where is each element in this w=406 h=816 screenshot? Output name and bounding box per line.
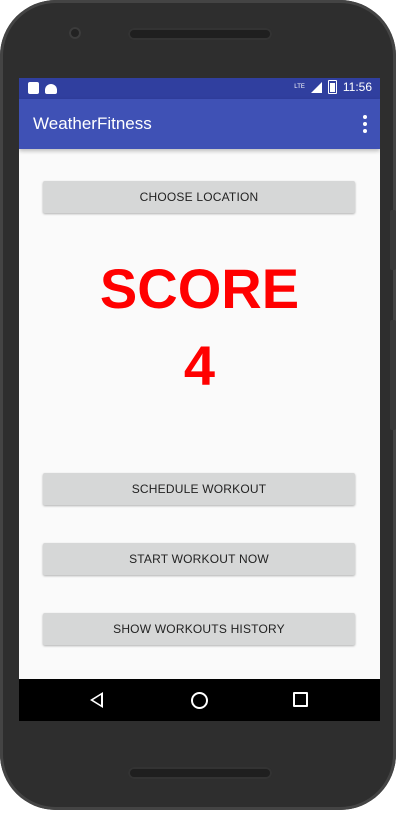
status-bar: LTE 11:56 [19,78,380,99]
schedule-workout-button[interactable]: SCHEDULE WORKOUT [43,473,355,505]
app-title: WeatherFitness [33,114,152,133]
start-workout-button[interactable]: START WORKOUT NOW [43,543,355,575]
phone-frame: LTE 11:56 WeatherFitness CHOOSE LOCATION… [0,0,396,810]
signal-icon [310,81,322,93]
screen: LTE 11:56 WeatherFitness CHOOSE LOCATION… [19,78,380,721]
android-icon [45,84,57,94]
power-button [390,320,396,430]
notification-icons [28,82,57,94]
overflow-dot [363,129,367,133]
bottom-speaker [128,767,272,779]
volume-button [390,210,396,270]
battery-icon [327,80,337,94]
app-bar: WeatherFitness [19,99,380,149]
status-icons: LTE 11:56 [294,80,372,94]
score-value: 4 [183,334,216,397]
top-speaker [128,28,272,40]
choose-location-button[interactable]: CHOOSE LOCATION [43,181,355,213]
sd-card-icon [28,82,39,94]
clock: 11:56 [342,80,372,94]
score-label: SCORE [99,257,300,320]
recents-icon[interactable] [293,692,308,707]
back-icon[interactable] [90,692,103,708]
more-vert-icon[interactable] [362,115,368,133]
show-history-button[interactable]: SHOW WORKOUTS HISTORY [43,613,355,645]
navigation-bar [19,679,380,721]
overflow-dot [363,122,367,126]
lte-label: LTE [294,84,305,90]
overflow-dot [363,115,367,119]
home-icon[interactable] [191,692,208,709]
front-camera [69,27,81,39]
